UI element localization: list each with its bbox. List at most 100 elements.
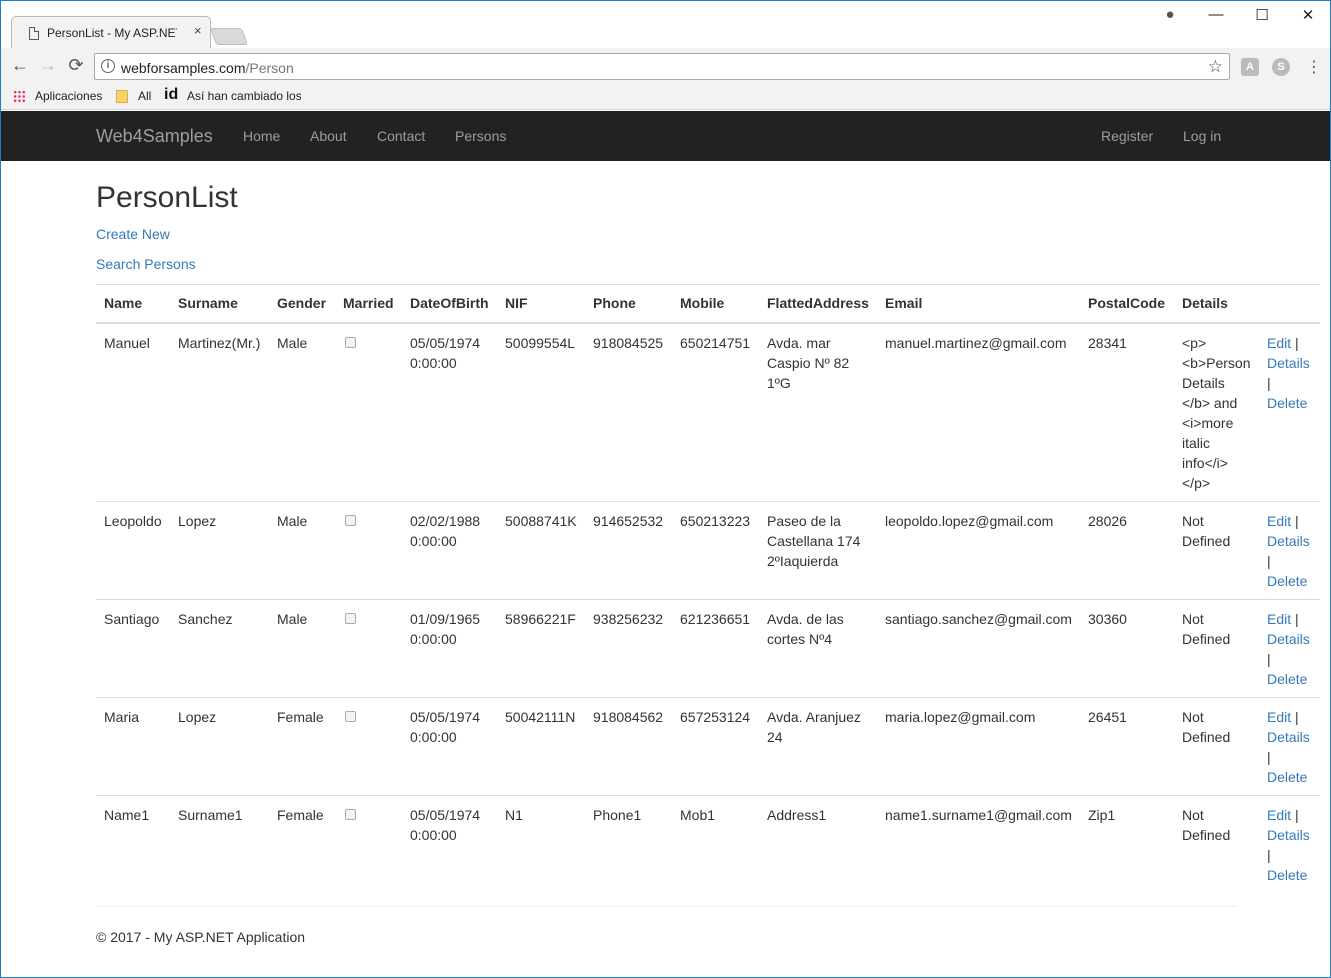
site-navbar: Web4Samples Home About Contact Persons R…: [1, 111, 1330, 161]
nav-about[interactable]: About: [310, 128, 347, 144]
tab-title: PersonList - My ASP.NET: [47, 26, 177, 40]
dob-date: 02/02/1988: [410, 513, 481, 529]
bookmark-article[interactable]: Así han cambiado los: [187, 89, 301, 103]
cell-surname: Lopez: [170, 501, 269, 600]
cell-nif: N1: [497, 795, 585, 893]
close-window-button[interactable]: ✕: [1298, 6, 1318, 24]
dob-date: 05/05/1974: [410, 807, 481, 823]
table-row: Leopoldo Lopez Male 02/02/1988 0:00:00 500887…: [96, 501, 1320, 600]
cell-details: <p> <b>Person Details </b> and <i>more i…: [1182, 335, 1251, 491]
nav-persons[interactable]: Persons: [455, 128, 506, 144]
page-title: PersonList: [96, 181, 238, 214]
cell-nif: 50099554L: [505, 335, 576, 351]
nav-home[interactable]: Home: [243, 128, 280, 144]
dob-time: 0:00:00: [410, 827, 457, 843]
maximize-button[interactable]: ☐: [1252, 6, 1272, 24]
edit-link[interactable]: Edit: [1267, 513, 1291, 529]
bookmarks-bar: Aplicaciones All id Así han cambiado los: [1, 84, 1330, 110]
delete-link[interactable]: Delete: [1267, 867, 1307, 883]
cell-actions: Edit | Details | Delete: [1259, 697, 1320, 796]
cell-mobile: 650214751: [680, 335, 751, 351]
table-header-row: Name Surname Gender Married DateOfBirth …: [96, 284, 1320, 324]
create-new-link[interactable]: Create New: [96, 226, 170, 242]
details-link[interactable]: Details: [1267, 729, 1310, 745]
id-site-icon[interactable]: id: [164, 86, 178, 104]
footer-text: © 2017 - My ASP.NET Application: [96, 929, 306, 945]
bookmark-apps[interactable]: Aplicaciones: [35, 89, 102, 103]
cell-address: Avda. Aranjuez 24: [759, 697, 877, 796]
nav-contact[interactable]: Contact: [377, 128, 425, 144]
info-icon[interactable]: i: [101, 59, 115, 73]
minimize-button[interactable]: —: [1206, 6, 1226, 23]
edit-link[interactable]: Edit: [1267, 807, 1291, 823]
cell-postalcode: 26451: [1080, 697, 1174, 796]
cell-nif: 50088741K: [497, 501, 585, 600]
cell-address: Avda. de las cortes Nº4: [759, 599, 877, 698]
back-button[interactable]: ←: [9, 55, 31, 75]
details-link[interactable]: Details: [1267, 631, 1310, 647]
skype-extension-icon[interactable]: S: [1272, 58, 1290, 76]
delete-link[interactable]: Delete: [1267, 395, 1307, 411]
delete-link[interactable]: Delete: [1267, 671, 1307, 687]
cell-actions: Edit | Details | Delete: [1259, 795, 1320, 893]
cell-actions: Edit | Details | Delete: [1259, 323, 1320, 502]
cell-mobile: 657253124: [672, 697, 759, 796]
cell-dob: 05/05/1974 0:00:00: [402, 323, 497, 502]
profile-icon[interactable]: ●: [1160, 6, 1180, 23]
url-text: webforsamples.com/Person: [121, 60, 294, 76]
cell-details: Not Defined: [1174, 501, 1259, 600]
cell-surname: Martinez(Mr.): [178, 335, 261, 351]
edit-link[interactable]: Edit: [1267, 335, 1291, 351]
apps-grid-icon[interactable]: [13, 90, 26, 103]
address-bar[interactable]: i webforsamples.com/Person ☆: [94, 53, 1230, 80]
header-gender: Gender: [269, 284, 335, 324]
table-row: Name1 Surname1 Female 05/05/1974 0:00:00 N1 Ph…: [96, 795, 1320, 893]
document-icon: [29, 27, 39, 40]
cell-details: Not Defined: [1174, 599, 1259, 698]
cell-surname: Sanchez: [170, 599, 269, 698]
cell-nif: 58966221F: [497, 599, 585, 698]
cell-email: name1.surname1@gmail.com: [877, 795, 1080, 893]
browser-tab[interactable]: PersonList - My ASP.NET ×: [11, 16, 211, 49]
details-link[interactable]: Details: [1267, 355, 1310, 371]
edit-link[interactable]: Edit: [1267, 709, 1291, 725]
folder-icon[interactable]: [116, 90, 128, 103]
cell-address: Avda. mar Caspio Nº 82 1ºG: [767, 335, 850, 391]
cell-phone: Phone1: [585, 795, 672, 893]
delete-link[interactable]: Delete: [1267, 769, 1307, 785]
nav-login[interactable]: Log in: [1183, 128, 1221, 144]
cell-dob: 02/02/1988 0:00:00: [402, 501, 497, 600]
bookmark-all[interactable]: All: [138, 89, 151, 103]
delete-link[interactable]: Delete: [1267, 573, 1307, 589]
tab-close-icon[interactable]: ×: [194, 23, 202, 38]
cell-married: [335, 795, 402, 893]
married-checkbox: [345, 711, 356, 722]
new-tab-button[interactable]: [209, 28, 249, 45]
married-checkbox: [345, 809, 356, 820]
forward-button[interactable]: →: [37, 55, 59, 75]
cell-email: maria.lopez@gmail.com: [877, 697, 1080, 796]
action-separator: |: [1295, 611, 1299, 627]
details-link[interactable]: Details: [1267, 827, 1310, 843]
url-path: /Person: [245, 60, 294, 76]
browser-menu-icon[interactable]: ⋮: [1306, 57, 1322, 77]
cell-gender: Female: [269, 697, 335, 796]
cell-married: [335, 501, 402, 600]
details-link[interactable]: Details: [1267, 533, 1310, 549]
dob-date: 05/05/1974: [410, 335, 481, 351]
cell-name: Santiago: [96, 599, 170, 698]
cell-details: Not Defined: [1174, 697, 1259, 796]
cell-postalcode: 30360: [1080, 599, 1174, 698]
cell-postalcode: 28341: [1088, 335, 1127, 351]
brand-link[interactable]: Web4Samples: [96, 126, 213, 147]
search-persons-link[interactable]: Search Persons: [96, 256, 196, 272]
header-phone: Phone: [585, 284, 672, 324]
nav-register[interactable]: Register: [1101, 128, 1153, 144]
bookmark-star-icon[interactable]: ☆: [1208, 57, 1223, 77]
table-row: Santiago Sanchez Male 01/09/1965 0:00:00 5896…: [96, 599, 1320, 698]
pdf-extension-icon[interactable]: A: [1241, 58, 1259, 76]
reload-button[interactable]: ⟳: [65, 55, 87, 75]
cell-name: Name1: [96, 795, 170, 893]
table-row: Manuel Martinez(Mr.) Male 05/05/1974 0:00:00…: [96, 323, 1320, 502]
edit-link[interactable]: Edit: [1267, 611, 1291, 627]
